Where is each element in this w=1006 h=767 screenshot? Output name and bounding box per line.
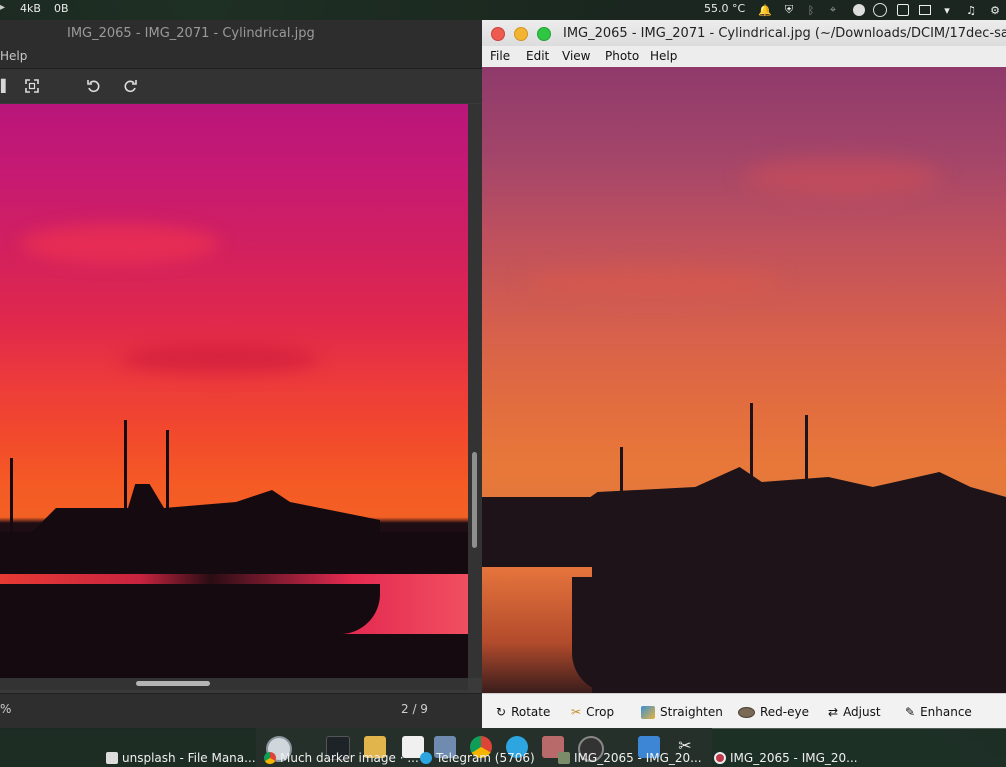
cloud (120, 344, 320, 374)
right-photo-canvas[interactable] (482, 67, 1006, 693)
fullscreen-icon[interactable] (23, 77, 41, 95)
crop-label: Crop (586, 705, 615, 719)
settings-icon[interactable]: ⚙ (988, 3, 1002, 17)
mast (620, 447, 623, 507)
telegram-icon (420, 752, 432, 764)
menu-photo[interactable]: Photo (605, 49, 639, 63)
rotate-left-icon[interactable] (85, 77, 103, 95)
net-arrow-icon: ▸ (0, 2, 6, 13)
location-icon[interactable]: ⌖ (826, 3, 840, 17)
hull (0, 584, 380, 634)
hull (572, 577, 1006, 693)
cloud (742, 157, 942, 197)
boat-silhouette (562, 467, 1006, 517)
left-horizontal-scrollbar[interactable] (0, 678, 468, 690)
shield-icon[interactable]: ⛨ (782, 3, 796, 17)
scrollbar-thumb[interactable] (472, 452, 477, 548)
photo-editor-icon (714, 752, 726, 764)
right-titlebar[interactable]: IMG_2065 - IMG_2071 - Cylindrical.jpg (~… (482, 20, 1006, 46)
intel-icon[interactable] (873, 3, 887, 17)
foreground (0, 634, 468, 678)
screen-icon[interactable] (918, 3, 932, 17)
image-viewer-icon (558, 752, 570, 764)
bell-icon[interactable]: 🔔 (758, 3, 772, 17)
image-position: 2 / 9 (401, 702, 428, 716)
bluetooth-icon[interactable]: ᛒ (804, 3, 818, 17)
chrome-tray-icon[interactable] (852, 3, 866, 17)
straighten-icon (641, 705, 655, 719)
straighten-button[interactable]: Straighten (641, 703, 723, 721)
zoom-level: % (0, 702, 12, 716)
file-manager-icon (106, 752, 118, 764)
task-label: unsplash - File Mana... (122, 751, 256, 765)
menu-help[interactable]: Help (650, 49, 677, 63)
mast (124, 420, 127, 530)
partial-tool-icon[interactable]: ▐ (0, 77, 10, 95)
rotate-icon: ↻ (496, 705, 507, 719)
mast (166, 430, 169, 530)
task-label: IMG_2065 - IMG_20... (730, 751, 858, 765)
menu-file[interactable]: File (490, 49, 510, 63)
menu-view[interactable]: View (562, 49, 590, 63)
tray-app-icon[interactable] (896, 3, 910, 17)
task-chrome[interactable]: Much darker image · ... (264, 750, 419, 766)
left-statusbar: % 2 / 9 (0, 693, 482, 729)
adjust-icon: ⇄ (828, 705, 839, 719)
right-window-title: IMG_2065 - IMG_2071 - Cylindrical.jpg (~… (563, 26, 1006, 41)
rotate-right-icon[interactable] (121, 77, 139, 95)
mast (750, 403, 753, 503)
task-label: Much darker image · ... (280, 751, 419, 765)
right-menubar: File Edit View Photo Help (482, 46, 1006, 66)
adjust-button[interactable]: ⇄ Adjust (828, 703, 881, 721)
image-viewer-window: IMG_2065 - IMG_2071 - Cylindrical.jpg He… (0, 20, 482, 729)
left-titlebar[interactable]: IMG_2065 - IMG_2071 - Cylindrical.jpg (0, 20, 482, 46)
enhance-button[interactable]: ✎ Enhance (905, 703, 972, 721)
task-photo-editor[interactable]: IMG_2065 - IMG_20... (714, 750, 858, 766)
maximize-button[interactable] (537, 27, 551, 41)
task-label: Telegram (5706) (436, 751, 535, 765)
top-panel: ▸ 4kB 0B 55.0 °C 🔔 ⛨ ᛒ ⌖ ▾ ♫ ⚙ (0, 0, 1006, 20)
net-up-rate: 4kB (20, 2, 41, 15)
music-icon[interactable]: ♫ (964, 3, 978, 17)
minimize-button[interactable] (514, 27, 528, 41)
left-window-title: IMG_2065 - IMG_2071 - Cylindrical.jpg (67, 26, 315, 41)
rotate-button[interactable]: ↻ Rotate (496, 703, 550, 721)
wifi-icon[interactable]: ▾ (940, 3, 954, 17)
enhance-label: Enhance (920, 705, 972, 719)
straighten-label: Straighten (660, 705, 723, 719)
edit-toolbar: ↻ Rotate ✂ Crop Straighten Red-eye ⇄ Adj… (482, 693, 1006, 729)
left-menubar: Help (0, 46, 482, 69)
red-eye-label: Red-eye (760, 705, 809, 719)
left-photo-canvas[interactable] (0, 104, 468, 678)
left-toolbar: ▐ (0, 69, 482, 103)
mast (10, 458, 13, 538)
mast (805, 415, 808, 505)
close-button[interactable] (491, 27, 505, 41)
taskbar: ✂ unsplash - File Mana... Much darker im… (0, 728, 1006, 767)
enhance-icon: ✎ (905, 705, 916, 719)
chrome-icon (264, 752, 276, 764)
left-vertical-scrollbar[interactable] (468, 104, 482, 678)
eye-icon (738, 706, 755, 718)
scrollbar-thumb[interactable] (136, 681, 210, 686)
task-file-manager[interactable]: unsplash - File Mana... (106, 750, 256, 766)
boat-silhouette (20, 484, 380, 544)
task-telegram[interactable]: Telegram (5706) (420, 750, 535, 766)
adjust-label: Adjust (843, 705, 881, 719)
task-label: IMG_2065 - IMG_20... (574, 751, 702, 765)
menu-edit[interactable]: Edit (526, 49, 549, 63)
cloud (20, 224, 220, 264)
net-down-rate: 0B (54, 2, 69, 15)
cloud (522, 267, 782, 297)
menu-help[interactable]: Help (0, 49, 27, 63)
cpu-temperature: 55.0 °C (704, 2, 746, 15)
crop-button[interactable]: ✂ Crop (571, 703, 614, 721)
rotate-label: Rotate (511, 705, 551, 719)
photo-editor-window: IMG_2065 - IMG_2071 - Cylindrical.jpg (~… (482, 20, 1006, 729)
task-image-viewer[interactable]: IMG_2065 - IMG_20... (558, 750, 702, 766)
crop-icon: ✂ (571, 705, 582, 719)
red-eye-button[interactable]: Red-eye (738, 703, 809, 721)
